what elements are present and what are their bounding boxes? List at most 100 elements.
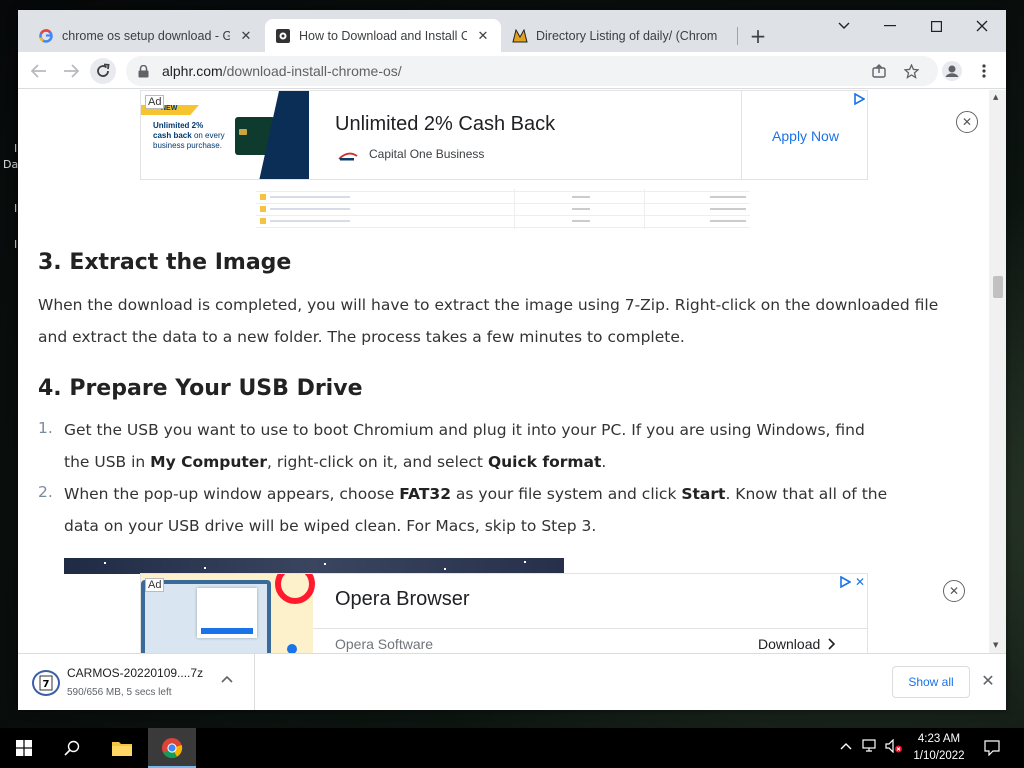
close-tab-icon[interactable]: ✕ [238, 28, 254, 44]
step-text: . Know that all of the [725, 485, 888, 503]
minimize-button[interactable] [867, 10, 913, 42]
capital-one-logo-icon [337, 149, 359, 161]
avatar-icon [942, 61, 962, 81]
network-icon[interactable] [862, 739, 878, 756]
chrome-menu-button[interactable] [971, 58, 997, 84]
ad-headline: Unlimited 2% Cash Back [335, 113, 556, 135]
chrome-window: chrome os setup download - Go ✕ How to D… [18, 10, 1006, 710]
lock-icon[interactable] [138, 64, 152, 78]
maximize-icon [930, 20, 942, 32]
tab-title: Directory Listing of daily/ (Chrom [536, 28, 718, 43]
ad-creative-image: NEW Unlimited 2% cash back on every busi… [141, 91, 309, 179]
bookmark-star-icon[interactable] [898, 56, 924, 86]
arnold-icon [512, 28, 528, 44]
step-text: Get the USB you want to use to boot Chro… [64, 421, 865, 439]
section-paragraph-extract: When the download is completed, you will… [38, 296, 939, 346]
ad-advertiser: Opera Software [335, 636, 434, 652]
close-tab-icon[interactable]: ✕ [475, 28, 491, 44]
ad-banner-capital-one[interactable]: NEW Unlimited 2% cash back on every busi… [140, 90, 868, 180]
scroll-down-arrow-icon[interactable]: ▼ [993, 641, 998, 649]
step-text: . [601, 453, 607, 471]
reload-icon [97, 63, 110, 77]
ad-card-line2: cash back [153, 131, 192, 140]
step-bold-text: FAT32 [399, 485, 451, 503]
archive-file-icon: 7 [32, 670, 60, 696]
close-window-button[interactable] [959, 10, 1005, 42]
profile-button[interactable] [939, 58, 965, 84]
windows-taskbar: 4:23 AM 1/10/2022 [0, 728, 1024, 768]
chevron-up-icon[interactable] [221, 672, 233, 686]
desktop-icon-fragment: I [14, 238, 18, 251]
reload-button[interactable] [90, 58, 116, 84]
close-ad-icon[interactable]: ✕ [956, 111, 978, 133]
tab-directory-listing[interactable]: Directory Listing of daily/ (Chrom [502, 19, 738, 52]
share-icon[interactable] [866, 56, 892, 86]
article-image [64, 558, 564, 574]
taskbar-clock[interactable]: 4:23 AM 1/10/2022 [907, 731, 971, 765]
tab-alphr-article[interactable]: How to Download and Install Ch ✕ [265, 19, 501, 52]
download-cta-button[interactable]: Download [758, 636, 836, 652]
tab-search-button[interactable] [821, 10, 867, 42]
page-scrollbar[interactable]: ▲ ▼ [989, 90, 1006, 653]
start-button[interactable] [0, 728, 48, 768]
ad-advertiser: Capital One Business [369, 147, 485, 161]
section-heading-usb: 4. Prepare Your USB Drive [38, 376, 363, 401]
browser-toolbar: alphr.com/download-install-chrome-os/ [18, 52, 1006, 89]
scrollbar-thumb[interactable] [993, 276, 1003, 298]
apply-now-link[interactable]: Apply Now [772, 128, 839, 144]
tab-title: How to Download and Install Ch [299, 28, 467, 43]
ad-card-line1: Unlimited 2% [153, 121, 204, 130]
tab-google-search[interactable]: chrome os setup download - Go ✕ [28, 19, 264, 52]
step-text: data on your USB drive will be wiped cle… [64, 517, 597, 535]
step-text: as your file system and click [451, 485, 682, 503]
kebab-menu-icon [982, 64, 986, 78]
taskbar-chrome[interactable] [148, 728, 196, 768]
taskbar-search-button[interactable] [48, 728, 96, 768]
close-download-shelf-icon[interactable]: ✕ [978, 670, 998, 690]
desktop-icon-fragment: I [14, 202, 18, 215]
ad-label: Ad [145, 578, 165, 592]
windows-logo-icon [16, 740, 32, 756]
download-item[interactable]: 7 CARMOS-20220109....7z 590/656 MB, 5 se… [18, 654, 255, 710]
step-bold-text: Quick format [487, 453, 602, 471]
tab-title: chrome os setup download - Go [62, 28, 230, 43]
ad-creative-image [141, 574, 315, 653]
arrow-left-icon [31, 64, 46, 78]
step-bold-text: Start [681, 485, 726, 503]
section-heading-extract: 3. Extract the Image [38, 250, 292, 275]
show-all-downloads-button[interactable]: Show all [892, 666, 970, 698]
clock-date: 1/10/2022 [913, 750, 965, 762]
address-bar[interactable]: alphr.com/download-install-chrome-os/ [126, 56, 938, 86]
step-bold-text: My Computer [150, 453, 267, 471]
step-text: When the pop-up window appears, choose [64, 485, 400, 503]
adchoices-icon[interactable] [839, 575, 852, 591]
download-filename: CARMOS-20220109....7z [67, 666, 204, 680]
volume-muted-icon[interactable] [885, 738, 903, 756]
notification-icon [984, 740, 1000, 756]
back-button[interactable] [26, 58, 52, 84]
directory-listing-screenshot [256, 189, 750, 229]
google-g-icon [38, 28, 54, 44]
step-text: the USB in [64, 453, 151, 471]
maximize-button[interactable] [913, 10, 959, 42]
forward-button[interactable] [58, 58, 84, 84]
close-icon [976, 20, 988, 32]
chevron-up-icon[interactable] [840, 739, 852, 753]
scroll-up-arrow-icon[interactable]: ▲ [993, 93, 998, 101]
ad-headline: Opera Browser [335, 588, 470, 610]
chevron-down-icon [838, 22, 850, 29]
ad-close-x-icon[interactable]: ✕ [855, 575, 865, 589]
ad-banner-opera[interactable]: Ad Opera Browser Opera Software Download… [140, 573, 868, 653]
folder-icon [112, 742, 132, 756]
close-ad-icon[interactable]: ✕ [943, 580, 965, 602]
new-tab-button[interactable]: + [746, 24, 770, 48]
adchoices-icon[interactable] [853, 92, 866, 108]
step-text: , right-click on it, and select [266, 453, 488, 471]
list-item-number: 2. [38, 483, 53, 501]
clock-time: 4:23 AM [917, 733, 961, 745]
action-center-button[interactable] [970, 728, 1014, 768]
list-item-step-2: When the pop-up window appears, choose F… [64, 478, 974, 542]
taskbar-file-explorer[interactable] [98, 728, 146, 768]
alphr-icon [275, 28, 291, 44]
list-item-step-1: Get the USB you want to use to boot Chro… [64, 414, 974, 478]
